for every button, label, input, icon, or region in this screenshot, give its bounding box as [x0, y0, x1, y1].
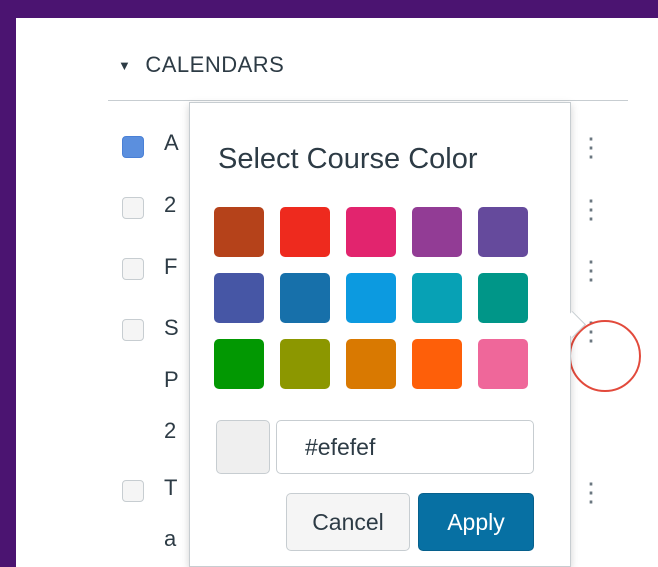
kebab-menu-icon[interactable]: ⋮: [578, 477, 604, 507]
calendar-checkbox[interactable]: [122, 136, 144, 158]
color-swatch[interactable]: [346, 207, 396, 257]
color-swatch[interactable]: [478, 273, 528, 323]
calendar-label: A: [164, 130, 179, 155]
calendar-label: 2: [164, 192, 177, 217]
calendar-label-line: P: [164, 367, 179, 392]
color-swatch[interactable]: [412, 207, 462, 257]
calendar-label: F: [164, 254, 178, 279]
color-swatch[interactable]: [214, 207, 264, 257]
color-preview: [216, 420, 270, 474]
divider: [108, 100, 628, 101]
calendars-header-label: CALENDARS: [145, 52, 285, 77]
calendar-checkbox[interactable]: [122, 197, 144, 219]
color-swatch[interactable]: [280, 339, 330, 389]
course-color-popover: Select Course Color Cancel Apply: [189, 102, 586, 567]
hex-color-input[interactable]: [276, 420, 534, 474]
color-swatch[interactable]: [412, 273, 462, 323]
color-swatch[interactable]: [478, 207, 528, 257]
calendars-header[interactable]: ▼ CALENDARS: [118, 52, 284, 78]
calendar-checkbox[interactable]: [122, 480, 144, 502]
kebab-menu-icon[interactable]: ⋮: [578, 255, 604, 285]
calendar-sidebar: ▼ CALENDARS A 2 F S P 2 T a ⋮ ⋮ ⋮ ⋮ ⋮ Se…: [16, 18, 658, 567]
popover-title: Select Course Color: [218, 143, 478, 175]
calendar-label-line: 2: [164, 418, 177, 443]
color-swatch[interactable]: [214, 339, 264, 389]
color-swatch[interactable]: [214, 273, 264, 323]
calendar-checkbox[interactable]: [122, 258, 144, 280]
calendar-label: S: [164, 315, 179, 340]
color-swatch-grid: [214, 207, 528, 389]
color-swatch[interactable]: [346, 339, 396, 389]
color-swatch[interactable]: [280, 207, 330, 257]
calendar-label-line: a: [164, 526, 177, 551]
color-swatch[interactable]: [346, 273, 396, 323]
calendar-label: T: [164, 475, 178, 500]
apply-button[interactable]: Apply: [418, 493, 534, 551]
color-swatch[interactable]: [412, 339, 462, 389]
kebab-menu-icon[interactable]: ⋮: [578, 132, 604, 162]
calendar-checkbox[interactable]: [122, 319, 144, 341]
kebab-menu-icon[interactable]: ⋮: [578, 194, 604, 224]
color-swatch[interactable]: [280, 273, 330, 323]
cancel-button[interactable]: Cancel: [286, 493, 410, 551]
caret-down-icon: ▼: [118, 57, 132, 73]
color-swatch[interactable]: [478, 339, 528, 389]
